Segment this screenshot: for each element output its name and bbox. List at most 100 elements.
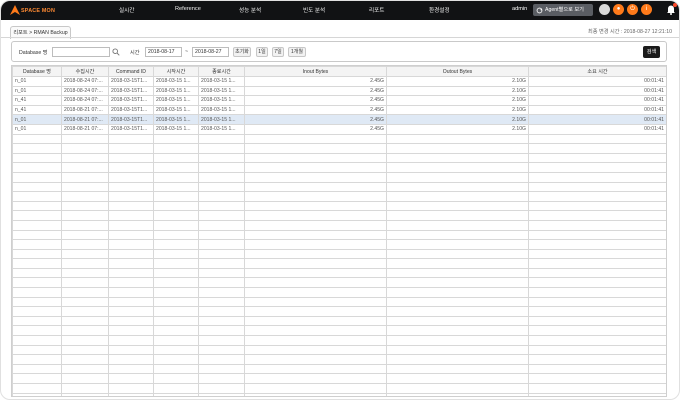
empty-cell xyxy=(528,344,666,356)
empty-cell xyxy=(386,171,529,183)
empty-cell xyxy=(198,267,245,279)
table-cell: 2018-03-15T1... xyxy=(108,95,154,106)
empty-cell xyxy=(108,392,154,396)
empty-cell xyxy=(528,200,666,212)
empty-row xyxy=(12,392,666,396)
empty-cell xyxy=(198,219,245,231)
empty-cell xyxy=(244,191,387,202)
empty-cell xyxy=(153,325,199,337)
empty-cell xyxy=(12,239,62,250)
empty-cell xyxy=(61,143,109,154)
empty-cell xyxy=(108,373,154,384)
range-7day-button[interactable]: 7일 xyxy=(272,47,284,57)
range-1month-button[interactable]: 1개월 xyxy=(288,47,306,57)
empty-cell xyxy=(12,287,62,298)
empty-cell xyxy=(12,143,62,154)
table-header-row: Database 명 수집시간 Command ID 시작시간 종료시간 Ino… xyxy=(12,66,666,77)
empty-cell xyxy=(244,229,387,241)
nav-report[interactable]: 리포트 xyxy=(369,6,384,14)
empty-cell xyxy=(12,306,62,317)
empty-cell xyxy=(386,383,529,394)
empty-cell xyxy=(12,373,62,384)
agent-view-button[interactable]: Agent별으로 보기 xyxy=(533,4,593,16)
empty-row xyxy=(12,229,666,241)
empty-cell xyxy=(198,363,245,375)
empty-cell xyxy=(386,200,529,212)
logo-icon xyxy=(10,5,20,15)
search-icon[interactable] xyxy=(112,48,120,56)
empty-cell xyxy=(61,248,109,260)
empty-cell xyxy=(153,315,199,327)
col-output-bytes[interactable]: Outout Bytes xyxy=(386,66,529,77)
empty-cell xyxy=(386,267,529,279)
empty-cell xyxy=(61,354,109,365)
table-row[interactable]: n_41 2018-08-21 07:... 2018-03-15T1... 2018… xyxy=(12,104,666,116)
table-row[interactable]: n_01 2018-08-24 07:... 2018-03-15T1... 2018… xyxy=(12,76,666,87)
empty-cell xyxy=(198,143,245,154)
empty-cell xyxy=(244,210,387,221)
empty-row xyxy=(12,152,666,164)
empty-cell xyxy=(528,315,666,327)
empty-cell xyxy=(528,143,666,154)
nav-performance-analysis[interactable]: 성능 분석 xyxy=(239,6,261,14)
nav-settings[interactable]: 환경설정 xyxy=(429,6,450,14)
nav-realtime[interactable]: 실시간 xyxy=(119,6,134,14)
empty-cell xyxy=(244,162,387,173)
empty-row xyxy=(12,344,666,356)
table-row[interactable]: n_01 2018-08-21 07:... 2018-03-15T1... 2018… xyxy=(12,123,666,135)
reset-button[interactable]: 초기화 xyxy=(233,47,251,57)
empty-cell xyxy=(61,239,109,250)
agent-view-label: Agent별으로 보기 xyxy=(545,7,584,13)
table-row[interactable]: n_01 2018-08-24 07:... 2018-03-15T1... 2018… xyxy=(12,85,666,97)
empty-cell xyxy=(153,296,199,308)
info-icon[interactable]: i xyxy=(641,4,652,15)
col-input-bytes[interactable]: Inout Bytes xyxy=(244,66,387,77)
date-to-input[interactable]: 2018-08-27 xyxy=(192,47,229,57)
app-logo[interactable]: SPACE MON xyxy=(9,4,67,17)
empty-row xyxy=(12,325,666,337)
empty-cell xyxy=(12,383,62,394)
range-1day-button[interactable]: 1일 xyxy=(256,47,268,57)
empty-cell xyxy=(12,229,62,241)
empty-cell xyxy=(61,258,109,269)
empty-cell xyxy=(198,315,245,327)
empty-cell xyxy=(244,373,387,384)
col-elapsed-time[interactable]: 소요 시간 xyxy=(528,66,666,77)
table-row[interactable]: n_01 2018-08-21 07:... 2018-03-15T1... 2018… xyxy=(12,114,666,125)
nav-frequency-analysis[interactable]: 빈도 분석 xyxy=(303,6,325,14)
table-cell: 2018-03-15 1... xyxy=(153,123,199,135)
col-end-time[interactable]: 종료시간 xyxy=(198,66,245,77)
refresh-icon xyxy=(536,7,543,13)
empty-cell xyxy=(198,191,245,202)
col-database[interactable]: Database 명 xyxy=(12,66,62,77)
table-row[interactable]: n_41 2018-08-24 07:... 2018-03-15T1... 2018… xyxy=(12,95,666,106)
database-input[interactable] xyxy=(52,47,110,57)
empty-cell xyxy=(108,354,154,365)
col-start-time[interactable]: 시작시간 xyxy=(153,66,199,77)
empty-cell xyxy=(244,325,387,337)
top-navigation-bar: SPACE MON 실시간 Reference 성능 분석 빈도 분석 리포트 … xyxy=(1,1,679,20)
empty-cell xyxy=(12,162,62,173)
empty-cell xyxy=(244,306,387,317)
search-button[interactable]: 검색 xyxy=(643,46,660,58)
col-collected-time[interactable]: 수집시간 xyxy=(61,66,109,77)
bell-icon[interactable] xyxy=(666,3,677,15)
empty-cell xyxy=(61,191,109,202)
date-from-input[interactable]: 2018-08-17 xyxy=(145,47,182,57)
avatar-icon[interactable] xyxy=(599,4,610,15)
empty-cell xyxy=(153,171,199,183)
user-name[interactable]: admin xyxy=(512,6,527,12)
empty-cell xyxy=(12,181,62,193)
empty-cell xyxy=(108,229,154,241)
col-command-id[interactable]: Command ID xyxy=(108,66,154,77)
empty-cell xyxy=(153,239,199,250)
empty-cell xyxy=(153,258,199,269)
table-cell: 2.10G xyxy=(386,123,529,135)
user-icon[interactable]: ● xyxy=(613,4,624,15)
empty-cell xyxy=(198,325,245,337)
nav-reference[interactable]: Reference xyxy=(175,6,201,12)
empty-cell xyxy=(244,239,387,250)
empty-cell xyxy=(61,373,109,384)
power-icon[interactable]: ⏻ xyxy=(627,4,638,15)
table-cell: 00:01:41 xyxy=(528,95,666,106)
